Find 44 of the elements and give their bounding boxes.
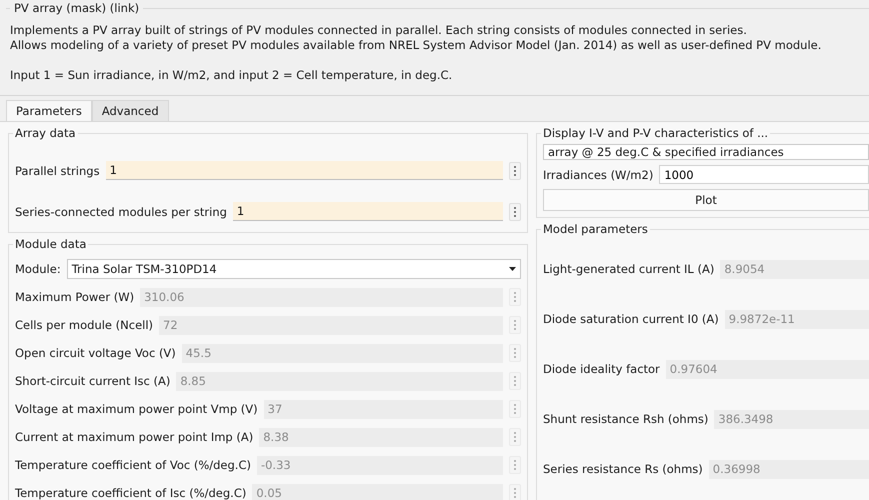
field-label: Irradiances (W/m2) (543, 168, 654, 182)
options-button[interactable] (509, 344, 521, 362)
group-title: Module data (14, 237, 88, 251)
options-button[interactable] (509, 288, 521, 306)
field-label: Maximum Power (W) (15, 290, 134, 304)
options-button[interactable] (509, 484, 521, 500)
field-label: Diode saturation current I0 (A) (543, 312, 719, 326)
field-label: Cells per module (Ncell) (15, 318, 154, 332)
field-label: Short-circuit current Isc (A) (15, 374, 170, 388)
options-button[interactable] (509, 400, 521, 418)
group-title: Display I-V and P-V characteristics of ... (542, 126, 770, 140)
dialog-title: PV array (mask) (link) (10, 1, 144, 15)
plot-button[interactable]: Plot (543, 189, 869, 211)
field-label: Module: (15, 262, 61, 276)
dropdown-arrow-icon (509, 267, 516, 271)
description-text: Allows modeling of a variety of preset PV modules available from NREL System Advisor Model (Jan. 2014) as well as user-defined PV module. (10, 38, 822, 53)
field-label: Series-connected modules per string (15, 204, 227, 218)
options-button[interactable] (509, 316, 521, 334)
options-button[interactable] (509, 428, 521, 446)
options-button[interactable] (509, 202, 521, 220)
options-button[interactable] (509, 372, 521, 390)
module-dropdown[interactable]: Trina Solar TSM-310PD14 (66, 259, 521, 279)
field-label: Open circuit voltage Voc (V) (15, 346, 176, 360)
field-label: Temperature coefficient of Voc (%/deg.C) (15, 458, 251, 472)
options-button[interactable] (509, 456, 521, 474)
input-note: Input 1 = Sun irradiance, in W/m2, and input 2 = Cell temperature, in deg.C. (10, 68, 454, 83)
field-label: Parallel strings (15, 164, 100, 178)
display-dropdown[interactable]: array @ 25 deg.C & specified irradiances (543, 144, 869, 160)
field-label: Voltage at maximum power point Vmp (V) (15, 402, 258, 416)
tab[interactable]: Parameters (6, 100, 92, 121)
description-text: Implements a PV array built of strings of PV modules connected in parallel. Each string consists of modules connected in series. (10, 23, 748, 38)
field-label: Diode ideality factor (543, 362, 660, 376)
field-label: Current at maximum power point Imp (A) (15, 430, 254, 444)
irradiances-field[interactable]: 1000 (659, 165, 869, 184)
field-label: Light-generated current IL (A) (543, 262, 714, 276)
value-field[interactable]: 1 (232, 202, 503, 221)
field-label: Temperature coefficient of Isc (%/deg.C) (15, 486, 246, 500)
group-title: Array data (14, 126, 77, 140)
options-button[interactable] (509, 162, 521, 180)
field-label: Series resistance Rs (ohms) (543, 462, 703, 476)
group-title: Model parameters (542, 222, 649, 236)
field-label: Shunt resistance Rsh (ohms) (543, 412, 708, 426)
tab[interactable]: Advanced (92, 100, 169, 121)
value-field[interactable]: 1 (106, 161, 503, 180)
